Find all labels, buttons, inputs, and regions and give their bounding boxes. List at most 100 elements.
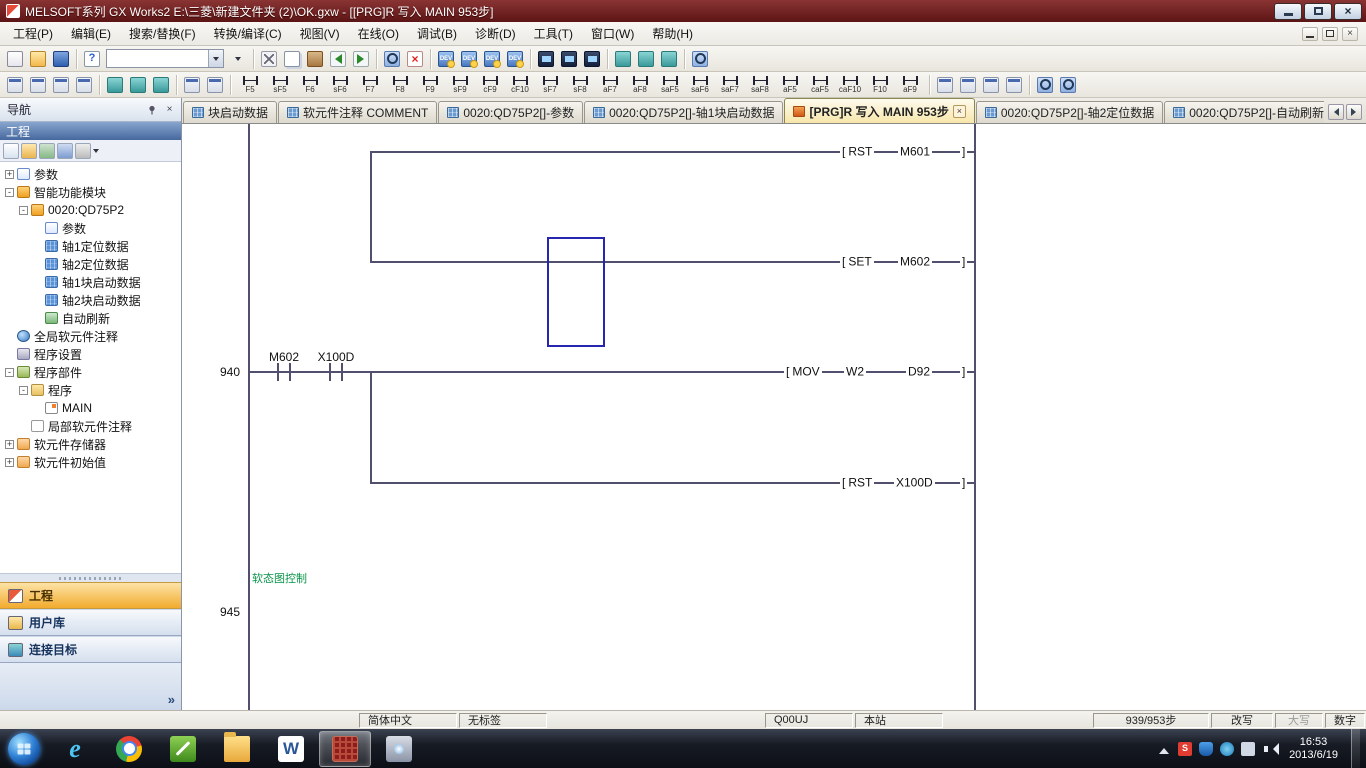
taskbar-notes-app[interactable]	[157, 731, 209, 767]
document-tab[interactable]: 0020:QD75P2[]-参数	[438, 101, 583, 123]
insert-column-button[interactable]	[980, 74, 1002, 96]
nav-close-icon[interactable]: ×	[162, 103, 177, 117]
tree-item[interactable]: 程序设置	[0, 345, 181, 363]
tree-expander-icon[interactable]	[19, 386, 28, 395]
ladder-symbol-button[interactable]: aF5	[775, 73, 805, 97]
minimize-button[interactable]	[1274, 3, 1302, 20]
document-tab[interactable]: [PRG]R 写入 MAIN 953步	[784, 98, 974, 123]
nav-tool-dropdown-icon[interactable]	[93, 149, 99, 156]
tree-expander-icon[interactable]	[5, 368, 14, 377]
ladder-symbol-button[interactable]: cF9	[475, 73, 505, 97]
ladder-symbol-button[interactable]: F5	[235, 73, 265, 97]
ladder-symbol-button[interactable]: saF7	[715, 73, 745, 97]
mdi-minimize-button[interactable]	[1302, 27, 1318, 41]
statement-display-button[interactable]	[27, 74, 49, 96]
save-project-button[interactable]	[50, 48, 72, 70]
program-check-button[interactable]	[104, 74, 126, 96]
help-button[interactable]: ?	[81, 48, 103, 70]
rst-instruction[interactable]: RST	[840, 476, 874, 490]
device-comment-button[interactable]: DEV	[435, 48, 457, 70]
collapse-chevron-icon[interactable]: »	[168, 692, 175, 707]
tree-item[interactable]: 参数	[0, 219, 181, 237]
mdi-restore-button[interactable]	[1322, 27, 1338, 41]
open-project-button[interactable]	[27, 48, 49, 70]
program-selector-combobox[interactable]	[106, 49, 224, 68]
volume-icon[interactable]	[1262, 742, 1276, 756]
set-instruction[interactable]: SET	[840, 255, 874, 269]
cut-button[interactable]	[258, 48, 280, 70]
nav-tool-expand-icon[interactable]	[57, 143, 73, 159]
rst-operand[interactable]: M601	[898, 145, 932, 159]
nav-view-button[interactable]: 工程	[0, 582, 181, 609]
tree-expander-icon[interactable]	[19, 206, 28, 215]
tray-expand-icon[interactable]	[1159, 743, 1169, 754]
menu-item[interactable]: 视图(V)	[291, 22, 349, 45]
tray-update-icon[interactable]	[1220, 742, 1234, 756]
ladder-symbol-button[interactable]: F7	[355, 73, 385, 97]
tree-expander-icon[interactable]	[5, 188, 14, 197]
tree-item[interactable]: MAIN	[0, 399, 181, 417]
taskbar-word[interactable]	[265, 731, 317, 767]
rst-operand[interactable]: X100D	[894, 476, 935, 490]
tree-item[interactable]: 轴1定位数据	[0, 237, 181, 255]
read-from-plc-button[interactable]	[635, 48, 657, 70]
nav-tool-sort-icon[interactable]	[21, 143, 37, 159]
tab-scroll-right-icon[interactable]	[1346, 104, 1362, 120]
ladder-symbol-button[interactable]: caF5	[805, 73, 835, 97]
tree-item[interactable]: 轴1块启动数据	[0, 273, 181, 291]
monitor-write-button[interactable]	[581, 48, 603, 70]
new-project-button[interactable]	[4, 48, 26, 70]
mov-instruction[interactable]: MOV	[784, 365, 822, 379]
menu-item[interactable]: 搜索/替换(F)	[120, 22, 205, 45]
menu-item[interactable]: 编辑(E)	[62, 22, 120, 45]
device-memory-button[interactable]: DEV	[458, 48, 480, 70]
ladder-symbol-button[interactable]: saF5	[655, 73, 685, 97]
maximize-button[interactable]	[1304, 3, 1332, 20]
nav-view-button[interactable]: 用户库	[0, 609, 181, 636]
start-button[interactable]	[8, 733, 40, 765]
undo-button[interactable]	[327, 48, 349, 70]
ladder-symbol-button[interactable]: saF6	[685, 73, 715, 97]
edit-mode-button[interactable]	[181, 74, 203, 96]
tree-item[interactable]: 软元件存储器	[0, 435, 181, 453]
tree-expander-icon[interactable]	[5, 458, 14, 467]
ladder-symbol-button[interactable]: F8	[385, 73, 415, 97]
redo-button[interactable]	[350, 48, 372, 70]
zoom-in-button[interactable]	[1034, 74, 1056, 96]
taskbar-chrome[interactable]	[103, 731, 155, 767]
mov-source-operand[interactable]: W2	[844, 365, 866, 379]
tree-item[interactable]: 自动刷新	[0, 309, 181, 327]
close-button[interactable]: ×	[1334, 3, 1362, 20]
ladder-symbol-button[interactable]: sF8	[565, 73, 595, 97]
ladder-symbol-button[interactable]: sF5	[265, 73, 295, 97]
taskbar-file-explorer[interactable]	[211, 731, 263, 767]
ladder-symbol-button[interactable]: F9	[415, 73, 445, 97]
menu-item[interactable]: 转换/编译(C)	[205, 22, 291, 45]
tree-item[interactable]: 0020:QD75P2	[0, 201, 181, 219]
tree-item[interactable]: 局部软元件注释	[0, 417, 181, 435]
monitor-stop-button[interactable]	[558, 48, 580, 70]
show-desktop-button[interactable]	[1351, 729, 1360, 768]
combobox-dropdown-icon[interactable]	[208, 50, 223, 67]
taskbar-clock[interactable]: 16:53 2013/6/19	[1283, 736, 1344, 762]
taskbar-paint-app[interactable]	[373, 731, 425, 767]
delete-column-button[interactable]	[1003, 74, 1025, 96]
menu-item[interactable]: 工具(T)	[525, 22, 582, 45]
edit-cursor[interactable]	[547, 237, 605, 347]
verify-with-plc-button[interactable]	[658, 48, 680, 70]
ladder-symbol-button[interactable]: saF8	[745, 73, 775, 97]
tree-item[interactable]: 轴2定位数据	[0, 255, 181, 273]
nav-tool-filter-icon[interactable]	[39, 143, 55, 159]
nav-tool-options-icon[interactable]	[75, 143, 91, 159]
tree-item[interactable]: 软元件初始值	[0, 453, 181, 471]
convert-button[interactable]	[127, 74, 149, 96]
ladder-symbol-button[interactable]: F10	[865, 73, 895, 97]
paste-button[interactable]	[304, 48, 326, 70]
tree-item[interactable]: 全局软元件注释	[0, 327, 181, 345]
monitor-start-button[interactable]	[535, 48, 557, 70]
mdi-close-button[interactable]: ×	[1342, 27, 1358, 41]
set-operand[interactable]: M602	[898, 255, 932, 269]
delete-button[interactable]: ×	[404, 48, 426, 70]
ladder-symbol-button[interactable]: aF9	[895, 73, 925, 97]
tree-item[interactable]: 程序	[0, 381, 181, 399]
